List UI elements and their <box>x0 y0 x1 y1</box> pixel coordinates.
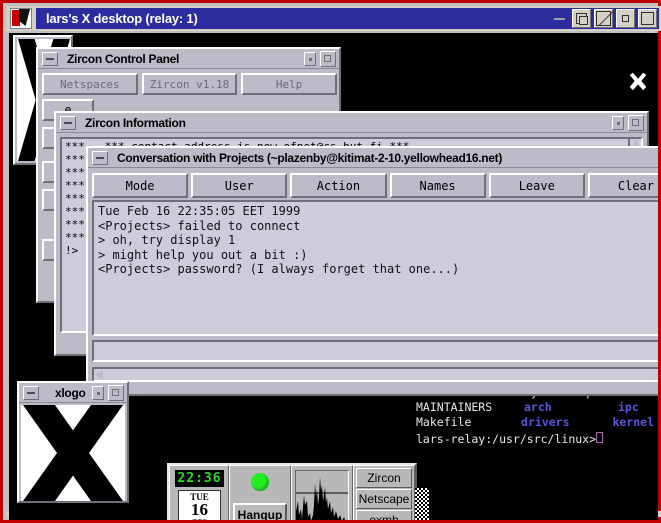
modem-status-led-icon <box>251 473 269 491</box>
screen: lars's X desktop (relay: 1) MAINTAINERS … <box>0 0 661 523</box>
window-menu-button[interactable] <box>23 385 39 400</box>
zircon-information-window-buttons <box>612 115 644 131</box>
calendar-day: 16 <box>191 500 208 519</box>
clock-cell[interactable]: 22:36 TUE 16 FEB <box>169 465 229 520</box>
conversation-title: Conversation with Projects (~plazenby@ki… <box>117 150 503 165</box>
names-button[interactable]: Names <box>389 173 486 198</box>
xterm-entry: drivers <box>521 415 570 429</box>
window-title: lars's X desktop (relay: 1) <box>46 11 198 26</box>
scroll-left-icon[interactable] <box>95 370 103 380</box>
maximize-button[interactable] <box>320 51 336 67</box>
xterm-prompt: lars-relay:/usr/src/linux> <box>416 432 597 446</box>
dash-icon <box>554 18 565 20</box>
conversation-toolbar: Mode User Action Names Leave Clear <box>92 173 658 198</box>
xlogo-window-buttons <box>92 385 124 401</box>
menu-button[interactable] <box>550 9 569 28</box>
window-menu-button[interactable] <box>92 150 108 165</box>
app-button-exmh[interactable]: exmh <box>356 510 412 520</box>
tile-windows-button[interactable] <box>572 9 591 28</box>
maximize-button[interactable] <box>108 385 124 401</box>
x-logo-canvas <box>21 405 125 501</box>
zircon-information-titlebar[interactable]: Zircon Information <box>56 113 647 133</box>
calendar-widget: TUE 16 FEB <box>178 490 221 520</box>
mode-button[interactable]: Mode <box>92 173 189 198</box>
x-desktop[interactable]: COPYINGREADMEfsCREDITSRules.makeincludeD… <box>9 33 658 520</box>
hangup-button[interactable]: Hangup <box>233 503 287 520</box>
window-menu-button[interactable] <box>42 51 58 66</box>
xterm-row: MAINTAINERS arch ipc <box>416 400 654 415</box>
vnc-viewer-window: lars's X desktop (relay: 1) MAINTAINERS … <box>0 0 661 523</box>
xterm-entry: MAINTAINERS <box>416 400 493 414</box>
app-launcher-cell: Zircon Netscape exmh <box>353 465 415 520</box>
conversation-transcript: Tue Feb 16 22:35:05 EET 1999 <Projects> … <box>92 200 658 336</box>
pager-widget[interactable] <box>415 488 429 520</box>
app-button-zircon[interactable]: Zircon <box>356 468 412 488</box>
zircon-information-title: Zircon Information <box>85 115 186 130</box>
modem-cell: Hangup <box>229 465 291 520</box>
conversation-input[interactable] <box>92 340 658 362</box>
small-square-icon <box>622 15 629 22</box>
xterm-entry: Makefile <box>416 415 472 429</box>
xterm-entry: arch <box>524 400 552 414</box>
minimize-button[interactable] <box>304 52 316 66</box>
lcd-clock: 22:36 <box>175 470 224 487</box>
action-button[interactable]: Action <box>290 173 387 198</box>
calendar-month: FEB <box>179 518 220 520</box>
minimize-button[interactable] <box>612 116 624 130</box>
leave-button[interactable]: Leave <box>488 173 585 198</box>
clear-button[interactable]: Clear <box>587 173 658 198</box>
maximize-button[interactable] <box>638 9 657 28</box>
vnc-window-controls <box>550 8 657 29</box>
xterm-prompt-line: lars-relay:/usr/src/linux> <box>412 432 658 447</box>
restore-button[interactable] <box>616 9 635 28</box>
fullscreen-button[interactable] <box>594 9 613 28</box>
xterm-entry: kernel <box>612 415 654 429</box>
load-graph <box>295 470 349 520</box>
menu-item-netspaces[interactable]: Netspaces <box>42 73 138 95</box>
xterm-entry: ipc <box>618 400 639 414</box>
zircon-control-panel-title: Zircon Control Panel <box>67 51 180 66</box>
menu-item-help[interactable]: Help <box>241 73 338 95</box>
maximize-button[interactable] <box>628 115 644 131</box>
x-cursor-icon <box>628 71 648 92</box>
tile-windows-icon-2 <box>579 16 588 25</box>
big-square-icon <box>641 12 654 25</box>
block-cursor-icon <box>596 432 604 443</box>
user-button[interactable]: User <box>191 173 288 198</box>
dock-panel: 22:36 TUE 16 FEB Hangup <box>167 463 417 520</box>
x-logo-icon <box>23 405 123 501</box>
window-menu-button[interactable] <box>60 115 76 130</box>
slash-square-icon <box>596 11 611 26</box>
xterm-row: Makefile drivers kernel <box>416 415 654 430</box>
xlogo-window[interactable]: xlogo <box>17 381 129 503</box>
vnc-icon <box>10 8 32 29</box>
xlogo-titlebar[interactable]: xlogo <box>19 383 127 403</box>
conversation-hscrollbar[interactable] <box>92 367 658 382</box>
xlogo-title: xlogo <box>55 385 86 400</box>
zircon-control-panel-window-buttons <box>304 51 336 67</box>
zircon-control-panel-menubar: Netspaces Zircon v1.18 Help <box>42 73 338 95</box>
menu-item-version[interactable]: Zircon v1.18 <box>141 73 238 95</box>
load-graph-cell[interactable] <box>291 465 353 520</box>
conversation-titlebar[interactable]: Conversation with Projects (~plazenby@ki… <box>88 148 658 168</box>
minimize-button[interactable] <box>92 386 104 400</box>
conversation-window[interactable]: Conversation with Projects (~plazenby@ki… <box>86 146 658 396</box>
app-button-netscape[interactable]: Netscape <box>356 489 412 509</box>
load-graph-icon <box>296 477 348 520</box>
zircon-control-panel-titlebar[interactable]: Zircon Control Panel <box>38 49 339 69</box>
vnc-titlebar[interactable]: lars's X desktop (relay: 1) <box>6 6 661 31</box>
